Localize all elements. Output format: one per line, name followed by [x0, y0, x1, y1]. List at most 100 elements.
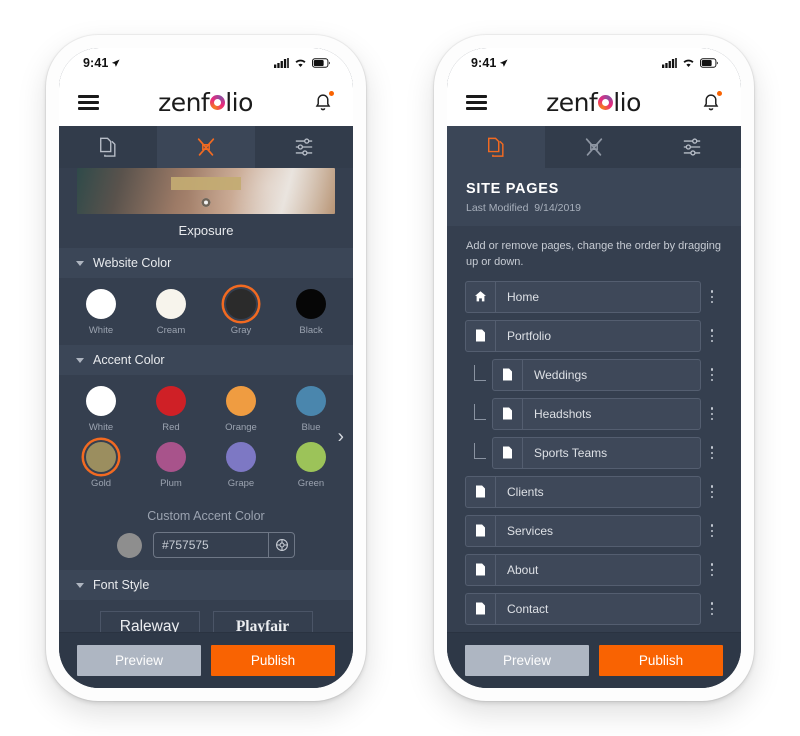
- swatch-plum[interactable]: Plum: [146, 442, 196, 489]
- theme-badge: [171, 177, 241, 190]
- tab-pages[interactable]: [59, 126, 157, 168]
- swatch-label: Cream: [156, 325, 186, 336]
- page-row-services[interactable]: Services: [465, 514, 701, 547]
- notification-bell-icon[interactable]: [312, 91, 334, 113]
- swatch-row: White Red Orange Blue: [59, 386, 353, 433]
- page-title-text: Sports Teams: [534, 445, 608, 460]
- swatch-cream[interactable]: Cream: [146, 289, 196, 336]
- footer-left: Preview Publish: [59, 632, 353, 688]
- page-row-sports-teams[interactable]: Sports Teams: [492, 436, 701, 469]
- swatch-white[interactable]: White: [76, 386, 126, 433]
- kebab-menu-icon[interactable]: [701, 407, 723, 421]
- document-icon: [493, 359, 523, 390]
- page-row-weddings[interactable]: Weddings: [492, 358, 701, 391]
- page-title-text: Weddings: [534, 367, 588, 382]
- kebab-menu-icon[interactable]: [701, 446, 723, 460]
- status-clock: 9:41: [83, 56, 120, 70]
- swatch-grape[interactable]: Grape: [216, 442, 266, 489]
- hex-input[interactable]: #757575: [154, 533, 268, 557]
- tab-settings[interactable]: [255, 126, 353, 168]
- swatch-disc: [86, 386, 116, 416]
- font-option-playfair[interactable]: Playfair Arima: [212, 611, 313, 632]
- kebab-menu-icon[interactable]: [701, 290, 723, 304]
- kebab-menu-icon[interactable]: [701, 329, 723, 343]
- font-heading-name: Raleway: [119, 617, 180, 633]
- notification-bell-icon[interactable]: [700, 91, 722, 113]
- swatch-disc: [296, 386, 326, 416]
- list-item: Services: [465, 514, 723, 547]
- tab-settings[interactable]: [643, 126, 741, 168]
- swatch-label: Blue: [301, 422, 321, 433]
- kebab-menu-icon[interactable]: [701, 563, 723, 577]
- kebab-menu-icon[interactable]: [701, 368, 723, 382]
- page-title-text: Headshots: [534, 406, 592, 421]
- site-pages-header: SITE PAGES Last Modified 9/14/2019: [447, 168, 741, 226]
- page-row-portfolio[interactable]: Portfolio: [465, 319, 701, 352]
- status-bar-right: 9:41: [447, 48, 741, 78]
- swatch-row: Gold Plum Grape Green: [59, 442, 353, 489]
- swatch-disc: [156, 386, 186, 416]
- section-header-website-color[interactable]: Website Color: [59, 248, 353, 278]
- page-row-home[interactable]: Home: [465, 280, 701, 313]
- document-icon: [466, 320, 496, 351]
- page-row-about[interactable]: About: [465, 553, 701, 586]
- list-item: Headshots: [465, 397, 723, 430]
- publish-button[interactable]: Publish: [599, 645, 723, 676]
- section-header-accent-color[interactable]: Accent Color: [59, 345, 353, 375]
- page-row-contact[interactable]: Contact: [465, 592, 701, 625]
- list-item: Home: [465, 280, 723, 313]
- custom-accent-label: Custom Accent Color: [147, 509, 265, 523]
- chevron-right-icon[interactable]: ›: [338, 427, 344, 446]
- publish-button[interactable]: Publish: [211, 645, 335, 676]
- list-item: Contact: [465, 592, 723, 625]
- status-icons: [662, 58, 719, 68]
- preview-button[interactable]: Preview: [77, 645, 201, 676]
- battery-icon: [700, 58, 718, 68]
- swatch-label: Red: [162, 422, 180, 433]
- sliders-settings-icon: [295, 138, 313, 156]
- swatch-label: Plum: [160, 478, 182, 489]
- location-arrow-icon: [112, 58, 120, 67]
- kebab-menu-icon[interactable]: [701, 485, 723, 499]
- page-title-text: Portfolio: [507, 328, 552, 343]
- hamburger-menu-icon[interactable]: [78, 94, 99, 110]
- swatch-label: Gray: [230, 325, 252, 336]
- kebab-menu-icon[interactable]: [701, 524, 723, 538]
- tab-design[interactable]: [157, 126, 255, 168]
- tree-elbow-icon: [474, 364, 486, 381]
- swatch-gray[interactable]: Gray: [216, 289, 266, 336]
- tree-elbow-icon: [474, 442, 486, 459]
- swatch-blue[interactable]: Blue: [286, 386, 336, 433]
- theme-thumbnail: [77, 168, 335, 214]
- home-icon: [466, 281, 496, 312]
- pages-copy-icon: [100, 137, 116, 157]
- swatch-red[interactable]: Red: [146, 386, 196, 433]
- swatch-green[interactable]: Green: [286, 442, 336, 489]
- notification-dot: [329, 91, 334, 96]
- swatch-label: Orange: [225, 422, 257, 433]
- swatch-black[interactable]: Black: [286, 289, 336, 336]
- page-row-headshots[interactable]: Headshots: [492, 397, 701, 430]
- swatch-white[interactable]: White: [76, 289, 126, 336]
- phone-left: 9:41 zenf lio Exposure Website Color Whi…: [46, 35, 366, 701]
- swatch-orange[interactable]: Orange: [216, 386, 266, 433]
- page-row-clients[interactable]: Clients: [465, 475, 701, 508]
- section-header-font-style[interactable]: Font Style: [59, 570, 353, 600]
- battery-icon: [312, 58, 330, 68]
- color-wheel-icon[interactable]: [268, 533, 294, 557]
- tab-design[interactable]: [545, 126, 643, 168]
- app-header-left: zenf lio: [59, 78, 353, 126]
- tab-pages[interactable]: [447, 126, 545, 168]
- swatch-gold[interactable]: Gold: [76, 442, 126, 489]
- custom-accent-field: #757575: [153, 532, 295, 558]
- status-icons: [274, 58, 331, 68]
- theme-name: Exposure: [178, 223, 234, 238]
- preview-button[interactable]: Preview: [465, 645, 589, 676]
- theme-preview[interactable]: [59, 168, 353, 214]
- hamburger-menu-icon[interactable]: [466, 94, 487, 110]
- phone-left-screen: 9:41 zenf lio Exposure Website Color Whi…: [59, 48, 353, 688]
- kebab-menu-icon[interactable]: [701, 602, 723, 616]
- font-option-raleway[interactable]: Raleway Noto Sans: [99, 611, 200, 633]
- page-title-text: Contact: [507, 601, 549, 616]
- page-title: SITE PAGES: [466, 181, 559, 197]
